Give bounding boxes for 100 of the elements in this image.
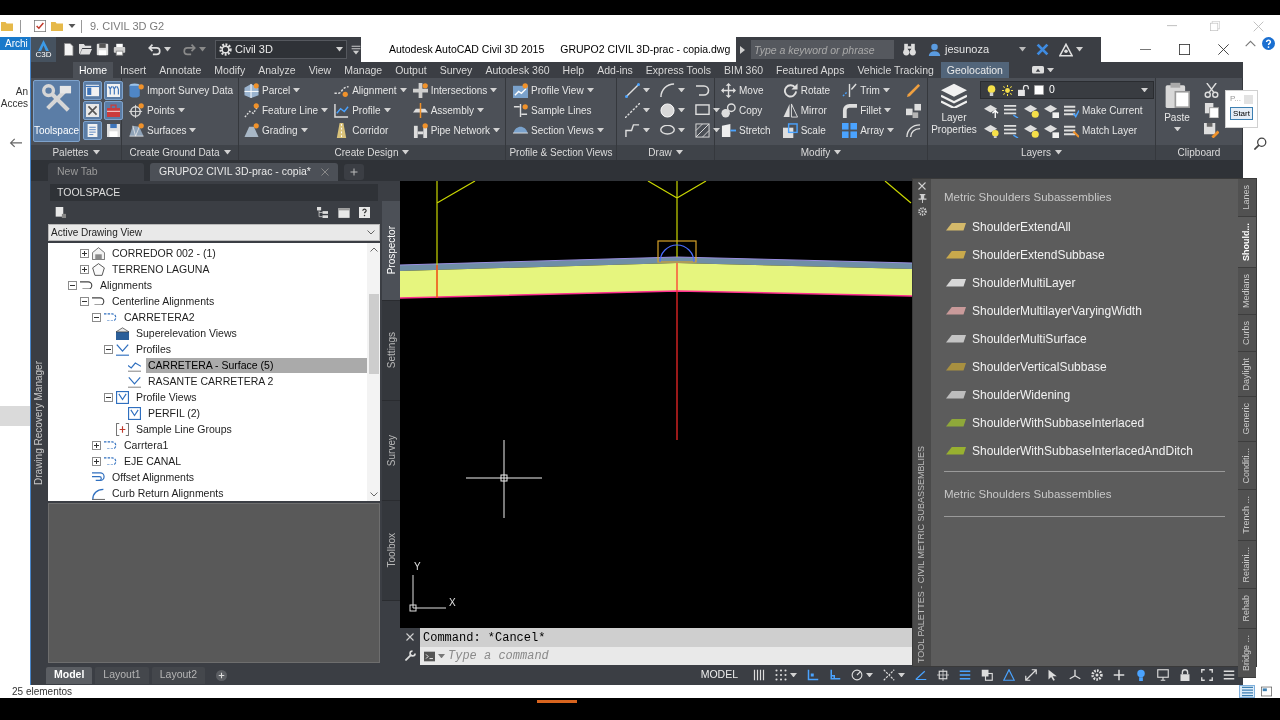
- copy-clipboard-button[interactable]: [1202, 100, 1221, 120]
- palette-tool[interactable]: ShoulderMultiSurface: [944, 325, 1087, 353]
- ribbon-tab[interactable]: Survey: [433, 62, 479, 78]
- palette-tab[interactable]: Bridge ...: [1238, 628, 1256, 678]
- add-layout-button[interactable]: [216, 669, 228, 681]
- tree-item[interactable]: CORREDOR 002 - (1): [110, 245, 218, 261]
- tree-item[interactable]: CARRETERA2: [122, 309, 197, 325]
- palette-tab[interactable]: Generic: [1238, 397, 1256, 442]
- palette-tool[interactable]: ShoulderWithSubbaseInterlacedAndDitch: [944, 437, 1193, 465]
- palette-toggle-button[interactable]: [83, 121, 103, 140]
- side-tab[interactable]: Survey: [382, 401, 400, 501]
- palette-tab[interactable]: Rehab: [1238, 589, 1256, 629]
- side-tab[interactable]: Settings: [382, 301, 400, 401]
- save-button[interactable]: [96, 43, 109, 56]
- panel-title-bar[interactable]: Layers: [928, 145, 1155, 160]
- expand-search-button[interactable]: [740, 45, 745, 54]
- command-input[interactable]: Type a command: [448, 647, 912, 665]
- tree-view-button[interactable]: [317, 207, 328, 218]
- palette-tab[interactable]: Curbs: [1238, 314, 1256, 352]
- minus-box-icon[interactable]: [92, 312, 101, 322]
- ribbon-tab[interactable]: Manage: [338, 62, 389, 78]
- profile-view-button[interactable]: Profile View: [511, 80, 606, 100]
- tree-item[interactable]: RASANTE CARRETERA 2: [146, 373, 276, 389]
- ribbon-tab[interactable]: Add-ins: [591, 62, 639, 78]
- mirror-button[interactable]: Mirror: [780, 100, 833, 120]
- circle-button[interactable]: [658, 100, 687, 120]
- help-button[interactable]: [359, 207, 370, 218]
- minus-box-icon[interactable]: [80, 296, 89, 306]
- ribbon-tab[interactable]: Home: [73, 62, 113, 78]
- side-tab[interactable]: Toolbox: [382, 501, 400, 601]
- palette-tool[interactable]: ShoulderMultilayerVaryingWidth: [944, 297, 1142, 325]
- drawing-canvas[interactable]: Y X: [400, 181, 912, 628]
- pipe-network-button[interactable]: Pipe Network: [410, 120, 503, 140]
- palette-tool[interactable]: ShoulderExtendAll: [944, 213, 1071, 241]
- tree-item[interactable]: Centerline Alignments: [110, 293, 217, 309]
- close-command-button[interactable]: [406, 632, 414, 641]
- trim-button[interactable]: Trim: [840, 80, 897, 100]
- minus-box-icon[interactable]: [104, 344, 113, 354]
- palette-toggle-button[interactable]: [104, 81, 124, 100]
- file-tab[interactable]: New Tab: [48, 163, 144, 181]
- pin-button[interactable]: [917, 194, 927, 203]
- ribbon-tab[interactable]: Autodesk 360: [479, 62, 556, 78]
- surfaces-button[interactable]: Surfaces: [127, 120, 236, 140]
- tree-item[interactable]: Offset Alignments: [110, 469, 197, 485]
- pane-button[interactable]: [338, 206, 350, 219]
- tree-item[interactable]: CARRETERA - Surface (5): [146, 357, 367, 373]
- ribbon-tab[interactable]: Help: [556, 62, 591, 78]
- palette-tool[interactable]: ShoulderWithSubbaseInterlaced: [944, 409, 1145, 437]
- feature-line-button[interactable]: Feature Line: [242, 100, 331, 120]
- layout-tab[interactable]: Model: [46, 666, 93, 684]
- tree-item[interactable]: Sample Line Groups: [134, 421, 234, 437]
- fillet-button[interactable]: Fillet: [840, 100, 897, 120]
- panel-title-bar[interactable]: Clipboard: [1156, 145, 1242, 160]
- rotate-button[interactable]: Rotate: [780, 80, 833, 100]
- assembly-button[interactable]: Assembly: [410, 100, 503, 120]
- tree-item[interactable]: TERRENO LAGUNA: [110, 261, 212, 277]
- copy-button[interactable]: Copy: [719, 100, 773, 120]
- palette-tab[interactable]: Medians: [1238, 267, 1256, 315]
- customize-command-button[interactable]: [404, 649, 416, 661]
- palette-tab[interactable]: Retaini...: [1238, 540, 1256, 590]
- line-button[interactable]: [623, 80, 652, 100]
- construction-line-button[interactable]: [623, 100, 652, 120]
- tiles-view-button[interactable]: [1258, 684, 1274, 698]
- palette-properties-button[interactable]: [917, 207, 927, 216]
- palette-tab[interactable]: Conditi...: [1238, 441, 1256, 491]
- palette-tool[interactable]: ShoulderWidening: [944, 381, 1071, 409]
- ribbon-tab[interactable]: Geolocation: [940, 62, 1009, 78]
- tree-item[interactable]: Profiles: [134, 341, 173, 357]
- ribbon-tab[interactable]: View: [302, 62, 338, 78]
- tree-item[interactable]: Superelevation Views: [134, 325, 239, 341]
- minus-box-icon[interactable]: [104, 392, 113, 402]
- palette-toggle-button[interactable]: [83, 101, 103, 120]
- survey-button[interactable]: Import Survey Data: [127, 80, 236, 100]
- close-palette-button[interactable]: [918, 182, 926, 190]
- online-services-button[interactable]: [1059, 42, 1084, 57]
- user-account-button[interactable]: jesunoza: [928, 41, 1027, 58]
- plus-box-icon[interactable]: [80, 248, 89, 258]
- tree-item[interactable]: PERFIL (2): [146, 405, 203, 421]
- search-field[interactable]: Type a keyword or phrase: [751, 40, 894, 59]
- palette-tab[interactable]: Lanes: [1238, 179, 1256, 217]
- layer-dropdown[interactable]: 0: [980, 81, 1154, 99]
- apps-button[interactable]: [1036, 43, 1050, 56]
- section-views-button[interactable]: Section Views: [511, 120, 606, 140]
- application-menu-button[interactable]: C3D: [31, 37, 56, 62]
- view-dropdown[interactable]: Active Drawing View: [48, 224, 380, 241]
- plus-box-icon[interactable]: [80, 264, 89, 274]
- customize-button[interactable]: [351, 44, 361, 55]
- plus-box-icon[interactable]: [92, 456, 101, 466]
- palette-tool[interactable]: ShoulderVerticalSubbase: [944, 353, 1107, 381]
- palette-toggle-button[interactable]: [104, 101, 124, 120]
- ribbon-tab[interactable]: Featured Apps: [770, 62, 851, 78]
- grading-button[interactable]: Grading: [242, 120, 331, 140]
- points-button[interactable]: Points: [127, 100, 236, 120]
- ribbon-tab[interactable]: Insert: [114, 62, 153, 78]
- scrollbar-thumb[interactable]: [368, 294, 379, 374]
- layer-properties-button[interactable]: Layer Properties: [930, 80, 978, 142]
- profile-button[interactable]: Profile: [332, 100, 409, 120]
- details-view-button[interactable]: [1239, 684, 1255, 698]
- panel-title-bar[interactable]: Create Design: [239, 145, 505, 160]
- print-button[interactable]: [113, 43, 126, 56]
